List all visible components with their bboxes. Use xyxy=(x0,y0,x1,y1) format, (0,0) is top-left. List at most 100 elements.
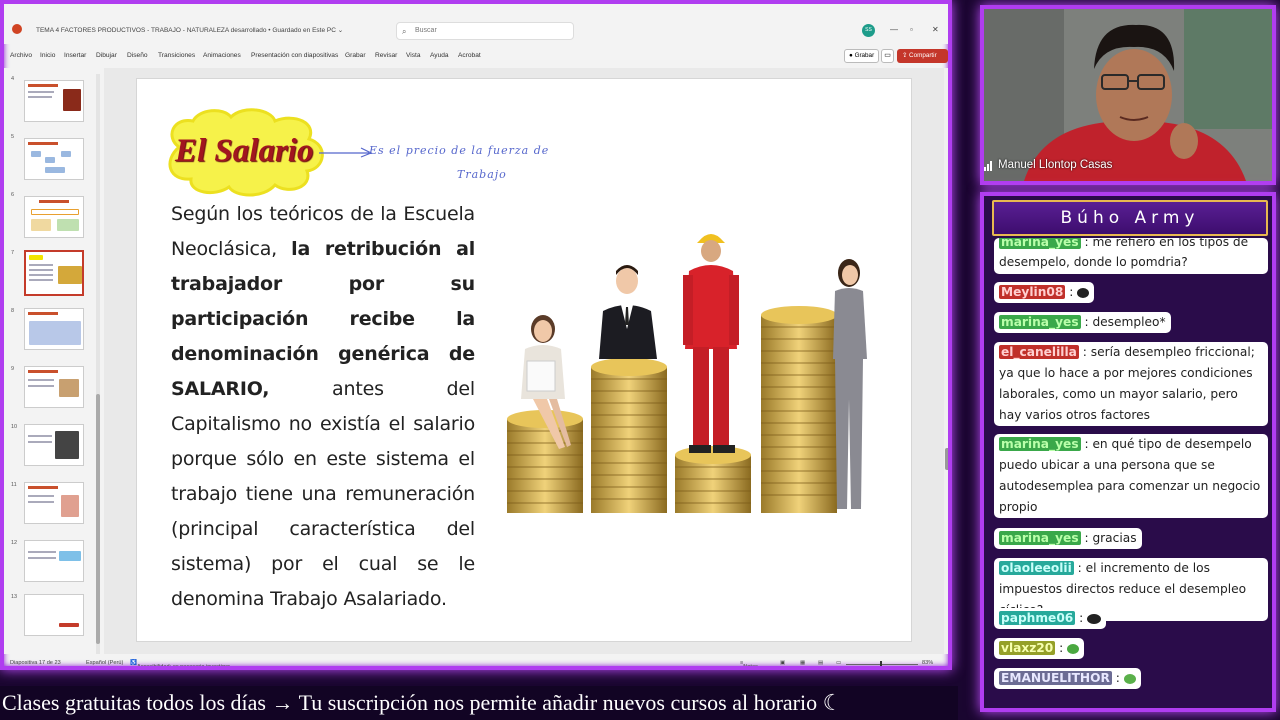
ribbon-menu: Archivo Inicio Insertar Dibujar Diseño T… xyxy=(4,50,948,64)
zoom-slider-knob[interactable] xyxy=(880,661,882,666)
reading-view-icon[interactable]: ▤ xyxy=(818,660,823,666)
chat-username[interactable]: marina_yes xyxy=(999,315,1081,329)
construction-worker-figure xyxy=(683,234,739,453)
chat-username[interactable]: marina_yes xyxy=(999,238,1081,249)
slide-thumbnail[interactable] xyxy=(24,540,84,582)
thumb-number: 13 xyxy=(11,594,18,600)
chat-username[interactable]: marina_yes xyxy=(999,531,1081,545)
menu-grabar[interactable]: Grabar xyxy=(345,52,366,59)
menu-animaciones[interactable]: Animaciones xyxy=(203,52,241,59)
coin-stack-3 xyxy=(675,446,751,513)
thumb-number: 8 xyxy=(11,308,15,314)
announcement-ticker: Clases gratuitas todos los días → Tu sus… xyxy=(0,686,958,720)
share-button-label: Compartir xyxy=(909,52,937,59)
document-title[interactable]: TEMA 4 FACTORES PRODUCTIVOS - TRABAJO - … xyxy=(36,26,343,34)
slide-thumbnail[interactable] xyxy=(24,138,84,180)
chat-username[interactable]: EMANUELITHOR xyxy=(999,671,1112,685)
chat-username[interactable]: vlaxz20 xyxy=(999,641,1056,655)
chat-panel: Búho Army marina_yes : me refiero en los… xyxy=(980,192,1276,712)
thumb-number: 4 xyxy=(11,76,15,82)
avatar[interactable]: SS xyxy=(862,24,875,37)
handwritten-annotation: Es el precio de la fuerza de Trabajo xyxy=(369,139,629,187)
accessibility-label: Accesibilidad: es necesario investigar xyxy=(136,664,230,670)
notes-button[interactable]: ≡ Notas xyxy=(740,660,758,666)
zoom-level[interactable]: 83% xyxy=(922,660,933,666)
emote-icon xyxy=(1067,643,1080,654)
language-indicator[interactable]: Español (Perú) xyxy=(86,660,123,666)
accessibility-indicator[interactable]: ♿ Accesibilidad: es necesario investigar xyxy=(130,660,230,666)
slideshow-icon[interactable]: ▭ xyxy=(836,660,841,666)
scrollbar-thumb[interactable] xyxy=(96,394,100,644)
chat-username[interactable]: paphme06 xyxy=(999,611,1076,625)
menu-transiciones[interactable]: Transiciones xyxy=(158,52,195,59)
emote-icon xyxy=(1077,287,1090,298)
menu-acrobat[interactable]: Acrobat xyxy=(458,52,481,59)
menu-presentacion[interactable]: Presentación con diapositivas xyxy=(251,52,338,59)
slide-counter: Diapositiva 17 de 23 xyxy=(10,660,61,666)
thumb-number: 12 xyxy=(11,540,18,546)
slide-thumbnail[interactable] xyxy=(24,366,84,408)
record-button[interactable]: ● Grabar xyxy=(844,49,880,63)
menu-dibujar[interactable]: Dibujar xyxy=(96,52,117,59)
zoom-slider[interactable] xyxy=(846,664,918,665)
search-input[interactable]: ⌕ Buscar xyxy=(396,22,574,40)
slide-thumbnail[interactable] xyxy=(24,424,84,466)
title-bar: TEMA 4 FACTORES PRODUCTIVOS - TRABAJO - … xyxy=(4,4,948,44)
menu-revisar[interactable]: Revisar xyxy=(375,52,397,59)
chat-message: el_canelilla : sería desempleo fricciona… xyxy=(994,342,1268,426)
slide-scrollbar[interactable] xyxy=(944,68,948,654)
thumb-number: 11 xyxy=(11,482,17,488)
menu-ayuda[interactable]: Ayuda xyxy=(430,52,449,59)
chat-message: marina_yes : en qué tipo de desempelo pu… xyxy=(994,434,1268,518)
slide-sorter-icon[interactable]: ▦ xyxy=(800,660,805,666)
chat-message: Meylin08 : xyxy=(994,282,1095,303)
chat-username[interactable]: el_canelilla xyxy=(999,345,1079,359)
body-text-part2: antes del Capitalismo no existía el sala… xyxy=(171,378,475,610)
chat-message: marina_yes : me refiero en los tipos de … xyxy=(994,238,1268,274)
chat-username[interactable]: marina_yes xyxy=(999,437,1081,451)
comment-icon[interactable]: ▭ xyxy=(881,49,894,63)
search-icon: ⌕ xyxy=(402,27,407,36)
slide-canvas[interactable]: El Salario Es el precio de la fuerza de … xyxy=(136,78,912,642)
close-icon[interactable]: ✕ xyxy=(932,25,939,34)
menu-insertar[interactable]: Insertar xyxy=(64,52,86,59)
handwritten-line-2: Trabajo xyxy=(457,168,507,181)
menu-inicio[interactable]: Inicio xyxy=(40,52,55,59)
menu-vista[interactable]: Vista xyxy=(406,52,421,59)
slide-body-text: Según los teóricos de la Escuela Neoclás… xyxy=(171,197,475,617)
chat-message: marina_yes : desempleo* xyxy=(994,312,1171,333)
coin-stack-2 xyxy=(591,358,667,513)
menu-archivo[interactable]: Archivo xyxy=(10,52,32,59)
share-button[interactable]: ⇪ Compartir ⌄ xyxy=(897,49,948,73)
slide-thumbnail[interactable] xyxy=(24,482,84,524)
thumbnails-scrollbar[interactable] xyxy=(96,74,100,654)
slide-thumbnail[interactable] xyxy=(24,80,84,122)
chat-username[interactable]: olaoleeolii xyxy=(999,561,1074,575)
record-button-label: Grabar xyxy=(854,52,875,59)
webcam-participant-name: Manuel Llontop Casas xyxy=(998,159,1113,171)
slide-thumbnail[interactable] xyxy=(24,308,84,350)
menu-diseno[interactable]: Diseño xyxy=(127,52,148,59)
scrollbar-thumb[interactable] xyxy=(945,448,948,470)
emote-icon xyxy=(1123,673,1136,684)
slide-thumbnail[interactable] xyxy=(24,594,84,636)
status-bar: Diapositiva 17 de 23 Español (Perú) ♿ Ac… xyxy=(4,656,948,666)
slide-thumbnail-selected[interactable] xyxy=(24,250,84,296)
businessman-figure xyxy=(599,265,657,359)
body-text-bold: la retribución al trabajador por su part… xyxy=(171,238,476,400)
emote-icon xyxy=(1087,613,1102,624)
thumb-number: 9 xyxy=(11,366,15,372)
slide-thumbnail[interactable] xyxy=(24,196,84,238)
chat-username[interactable]: Meylin08 xyxy=(999,285,1066,299)
thumb-number: 10 xyxy=(11,424,18,430)
businesswoman-standing-figure xyxy=(833,259,867,509)
coin-stack-4 xyxy=(761,306,837,513)
notes-label: Notas xyxy=(743,664,758,670)
workers-on-coins-illustration xyxy=(507,234,867,513)
ink-arrow-icon xyxy=(319,147,373,158)
normal-view-icon[interactable]: ▣ xyxy=(780,660,785,666)
thumb-number: 5 xyxy=(11,134,15,140)
minimize-icon[interactable]: — xyxy=(890,25,898,34)
maximize-icon[interactable]: ▫ xyxy=(910,25,913,34)
webcam-person-image xyxy=(984,9,1272,181)
